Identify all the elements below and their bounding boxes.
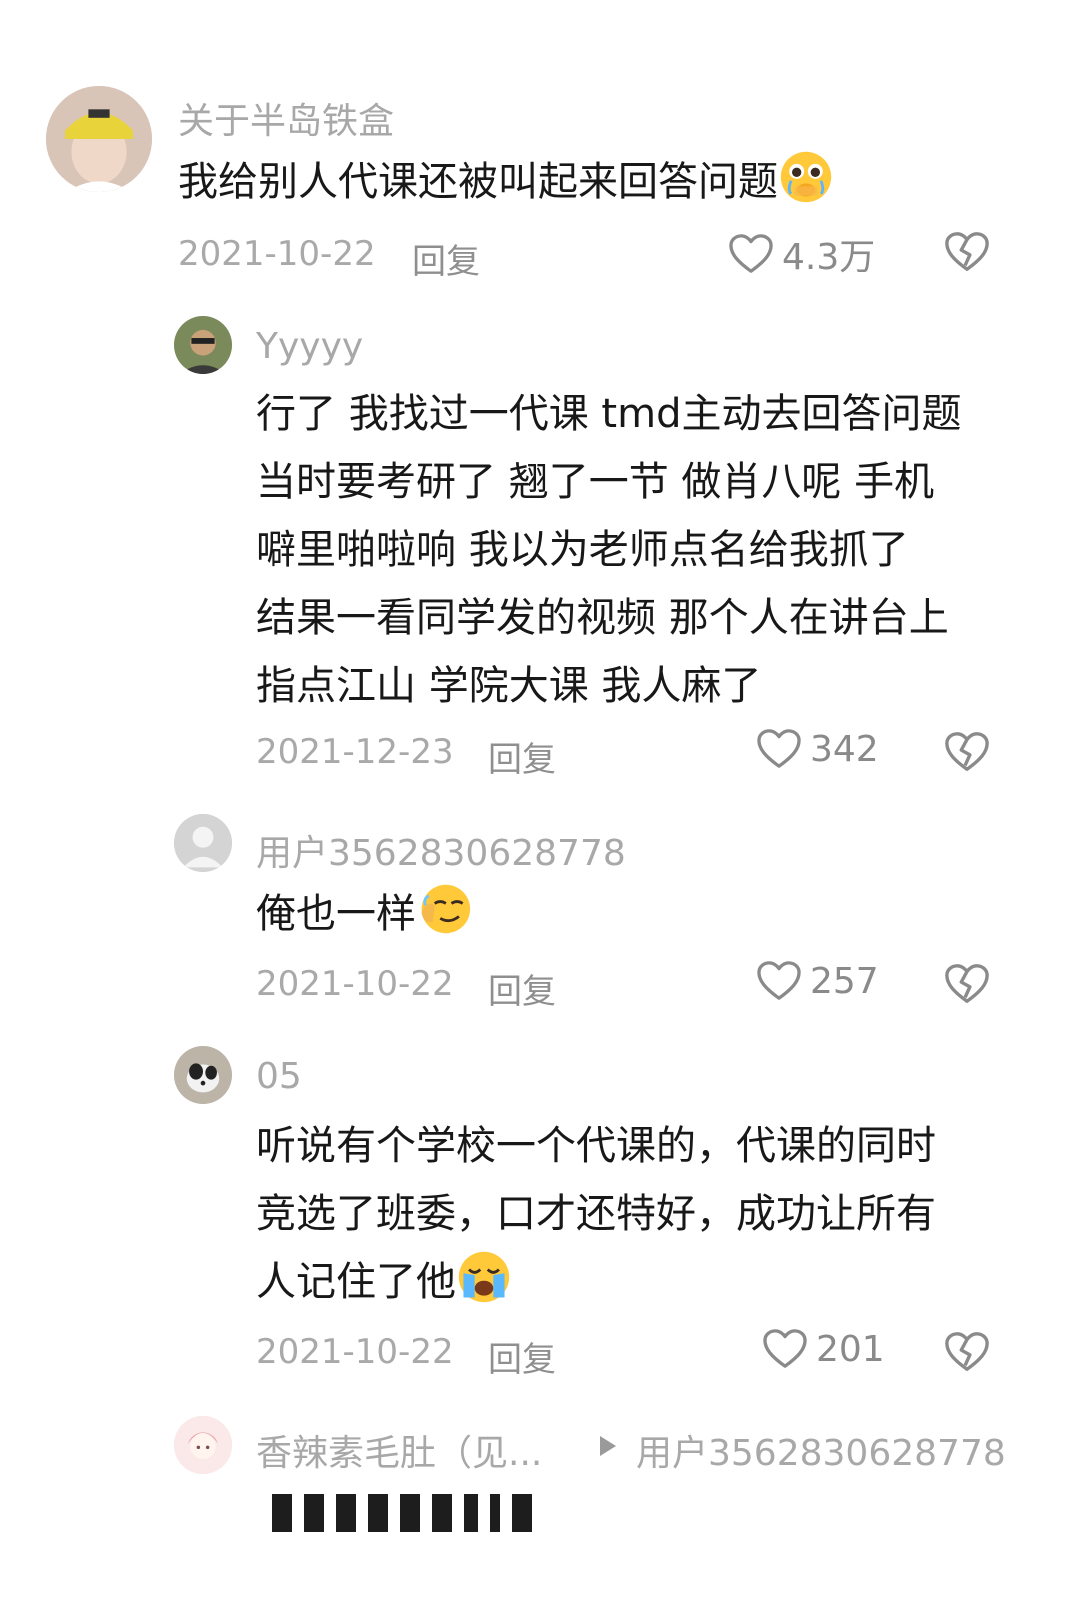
avatar[interactable] [174,316,232,374]
like-button[interactable]: 342 [756,728,879,770]
comment-line: 行了 我找过一代课 tmd主动去回答问题 [256,391,962,437]
comment-text: 听说有个学校一个代课的，代课的同时 竞选了班委，口才还特好，成功让所有 人记住了… [256,1112,936,1316]
like-count: 4.3万 [782,237,876,278]
reply-button[interactable]: 回复 [412,234,480,283]
comment-text: 我给别人代课还被叫起来回答问题 [178,148,834,216]
reply-button[interactable]: 回复 [488,1332,556,1381]
comment-date: 2021-10-22 [178,234,376,274]
comment-date: 2021-10-22 [256,1332,454,1372]
username[interactable]: 香辣素毛肚（见... [256,1424,542,1476]
like-button[interactable]: 201 [762,1328,885,1370]
heart-outline-icon [763,1329,807,1368]
like-count: 201 [816,1328,885,1370]
avatar[interactable] [174,1046,232,1104]
reply-button[interactable]: 回复 [488,732,556,781]
heart-outline-icon [757,729,801,768]
username[interactable]: 05 [256,1056,302,1097]
heart-outline-icon [729,234,773,273]
like-count: 342 [810,728,879,770]
username[interactable]: 关于半岛铁盒 [178,92,394,144]
heart-outline-icon [757,961,801,1000]
comment-line: 听说有个学校一个代课的，代课的同时 [256,1123,936,1169]
comment-line: 俺也一样 [256,891,416,937]
crying-face-emoji [456,1249,512,1305]
reply-button[interactable]: 回复 [488,964,556,1013]
reply-to-username[interactable]: 用户3562830628778 [636,1424,1006,1476]
play-arrow-icon [600,1436,616,1456]
comment-line: 当时要考研了 翘了一节 做肖八呢 手机 [256,459,935,505]
broken-heart-icon[interactable] [944,962,990,1006]
like-button[interactable]: 4.3万 [728,228,875,280]
comment-text: 俺也一样 [256,880,472,948]
comment-line: 噼里啪啦响 我以为老师点名给我抓了 [256,527,909,573]
comment-line: 人记住了他 [256,1259,456,1305]
like-button[interactable]: 257 [756,960,879,1002]
comment-date: 2021-12-23 [256,732,454,772]
username[interactable]: 用户3562830628778 [256,824,626,876]
comment-text: 行了 我找过一代课 tmd主动去回答问题 当时要考研了 翘了一节 做肖八呢 手机… [256,380,961,720]
comment-line: 指点江山 学院大课 我人麻了 [256,663,762,709]
comment-line: 竞选了班委，口才还特好，成功让所有 [256,1191,936,1237]
avatar[interactable] [174,814,232,872]
pleading-face-emoji [778,149,834,205]
like-count: 257 [810,960,879,1002]
avatar[interactable] [174,1416,232,1474]
username[interactable]: Yyyyy [256,326,363,367]
comment-date: 2021-10-22 [256,964,454,1004]
broken-heart-icon[interactable] [944,730,990,774]
comment-line: 结果一看同学发的视频 那个人在讲台上 [256,595,949,641]
broken-heart-icon[interactable] [944,1330,990,1374]
smirking-face-emoji [416,881,472,937]
comment-line: 我给别人代课还被叫起来回答问题 [178,159,778,205]
truncated-text-preview [272,1492,532,1532]
avatar[interactable] [46,86,152,192]
broken-heart-icon[interactable] [944,230,990,274]
